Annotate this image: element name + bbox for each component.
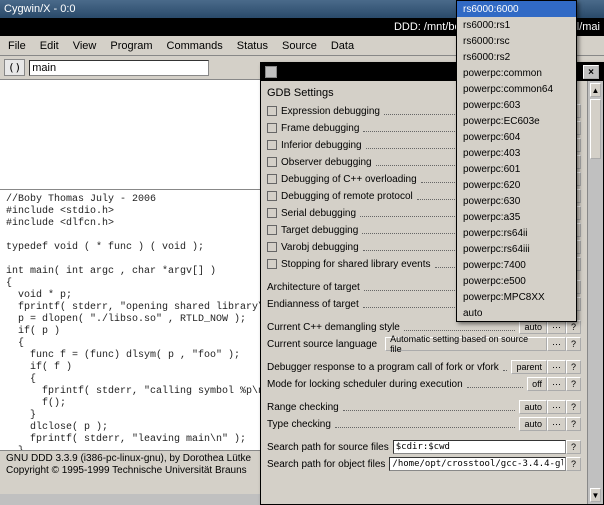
menu-status[interactable]: Status bbox=[237, 40, 268, 52]
setting-label: Current source language bbox=[267, 339, 377, 350]
setting-label: Serial debugging bbox=[281, 208, 356, 219]
setting-label: Target debugging bbox=[281, 225, 358, 236]
setting-label: Debugging of remote protocol bbox=[281, 191, 413, 202]
checkbox[interactable] bbox=[267, 123, 277, 133]
setting-label: Search path for source files bbox=[267, 442, 389, 453]
setting-label: Current C++ demangling style bbox=[267, 322, 400, 333]
architecture-menu: rs6000:6000rs6000:rs1rs6000:rscrs6000:rs… bbox=[456, 0, 577, 322]
help-button[interactable]: ? bbox=[566, 377, 581, 391]
arch-menu-item[interactable]: powerpc:rs64ii bbox=[457, 225, 576, 241]
arch-menu-item[interactable]: powerpc:603 bbox=[457, 97, 576, 113]
setting-label: Debugging of C++ overloading bbox=[281, 174, 417, 185]
scroll-thumb[interactable] bbox=[590, 99, 601, 159]
checkbox[interactable] bbox=[267, 208, 277, 218]
arch-menu-item[interactable]: powerpc:601 bbox=[457, 161, 576, 177]
arch-menu-item[interactable]: powerpc:7400 bbox=[457, 257, 576, 273]
spin-button[interactable]: ⋯ bbox=[547, 417, 566, 431]
help-button[interactable]: ? bbox=[566, 320, 581, 334]
checkbox[interactable] bbox=[267, 106, 277, 116]
arch-menu-item[interactable]: powerpc:403 bbox=[457, 145, 576, 161]
help-button[interactable]: ? bbox=[566, 417, 581, 431]
checkbox[interactable] bbox=[267, 191, 277, 201]
arch-menu-item[interactable]: powerpc:604 bbox=[457, 129, 576, 145]
arch-menu-item[interactable]: rs6000:rsc bbox=[457, 33, 576, 49]
setting-label: Stopping for shared library events bbox=[281, 259, 431, 270]
checkbox[interactable] bbox=[267, 140, 277, 150]
paren-button[interactable]: () bbox=[4, 59, 25, 76]
scroll-up-arrow[interactable]: ▲ bbox=[590, 83, 601, 97]
setting-label: Search path for object files bbox=[267, 459, 385, 470]
checkbox[interactable] bbox=[267, 242, 277, 252]
xwin-title-text: Cygwin/X - 0:0 bbox=[4, 0, 76, 18]
menu-program[interactable]: Program bbox=[110, 40, 152, 52]
help-button[interactable]: ? bbox=[566, 457, 581, 471]
spin-button[interactable]: ⋯ bbox=[547, 360, 566, 374]
scroll-down-arrow[interactable]: ▼ bbox=[590, 488, 601, 502]
arch-menu-item[interactable]: powerpc:630 bbox=[457, 193, 576, 209]
arch-menu-item[interactable]: powerpc:e500 bbox=[457, 273, 576, 289]
arch-menu-item[interactable]: powerpc:common64 bbox=[457, 81, 576, 97]
setting-label: Inferior debugging bbox=[281, 140, 362, 151]
setting-value[interactable]: Automatic setting based on source file bbox=[385, 337, 547, 351]
path-input[interactable] bbox=[389, 457, 566, 471]
dialog-sysmenu-icon[interactable] bbox=[265, 66, 277, 78]
menu-file[interactable]: File bbox=[8, 40, 26, 52]
setting-label: Observer debugging bbox=[281, 157, 372, 168]
arch-menu-item[interactable]: powerpc:rs64iii bbox=[457, 241, 576, 257]
setting-value[interactable]: parent bbox=[511, 360, 547, 374]
argument-input[interactable] bbox=[29, 60, 209, 76]
path-input[interactable] bbox=[393, 440, 566, 454]
spin-button[interactable]: ⋯ bbox=[547, 400, 566, 414]
arch-menu-item[interactable]: rs6000:rs2 bbox=[457, 49, 576, 65]
setting-label: Expression debugging bbox=[281, 106, 380, 117]
setting-label: Varobj debugging bbox=[281, 242, 359, 253]
dialog-scrollbar[interactable]: ▲ ▼ bbox=[587, 81, 603, 504]
checkbox[interactable] bbox=[267, 174, 277, 184]
arch-menu-item[interactable]: powerpc:common bbox=[457, 65, 576, 81]
menu-commands[interactable]: Commands bbox=[167, 40, 223, 52]
menu-source[interactable]: Source bbox=[282, 40, 317, 52]
setting-value[interactable]: auto bbox=[519, 417, 547, 431]
setting-label: Debugger response to a program call of f… bbox=[267, 362, 499, 373]
arch-menu-item[interactable]: rs6000:6000 bbox=[457, 1, 576, 17]
setting-label: Architecture of target bbox=[267, 282, 360, 293]
help-button[interactable]: ? bbox=[566, 440, 581, 454]
setting-label: Endianness of target bbox=[267, 299, 359, 310]
dialog-close-button[interactable]: × bbox=[583, 65, 599, 79]
arch-menu-item[interactable]: powerpc:a35 bbox=[457, 209, 576, 225]
help-button[interactable]: ? bbox=[566, 360, 581, 374]
arch-menu-item[interactable]: rs6000:rs1 bbox=[457, 17, 576, 33]
setting-value[interactable]: off bbox=[527, 377, 547, 391]
arch-menu-item[interactable]: powerpc:MPC8XX bbox=[457, 289, 576, 305]
menu-edit[interactable]: Edit bbox=[40, 40, 59, 52]
setting-label: Mode for locking scheduler during execut… bbox=[267, 379, 463, 390]
arch-menu-item[interactable]: powerpc:EC603e bbox=[457, 113, 576, 129]
checkbox[interactable] bbox=[267, 259, 277, 269]
checkbox[interactable] bbox=[267, 225, 277, 235]
help-button[interactable]: ? bbox=[566, 337, 581, 351]
spin-button[interactable]: ⋯ bbox=[547, 377, 566, 391]
setting-value[interactable]: auto bbox=[519, 400, 547, 414]
spin-button[interactable]: ⋯ bbox=[547, 320, 566, 334]
setting-label: Type checking bbox=[267, 419, 331, 430]
setting-label: Range checking bbox=[267, 402, 339, 413]
spin-button[interactable]: ⋯ bbox=[547, 337, 566, 351]
help-button[interactable]: ? bbox=[566, 400, 581, 414]
arch-menu-item[interactable]: powerpc:620 bbox=[457, 177, 576, 193]
checkbox[interactable] bbox=[267, 157, 277, 167]
menu-view[interactable]: View bbox=[73, 40, 97, 52]
setting-label: Frame debugging bbox=[281, 123, 359, 134]
menu-data[interactable]: Data bbox=[331, 40, 354, 52]
arch-menu-item[interactable]: auto bbox=[457, 305, 576, 321]
setting-value[interactable]: auto bbox=[519, 320, 547, 334]
